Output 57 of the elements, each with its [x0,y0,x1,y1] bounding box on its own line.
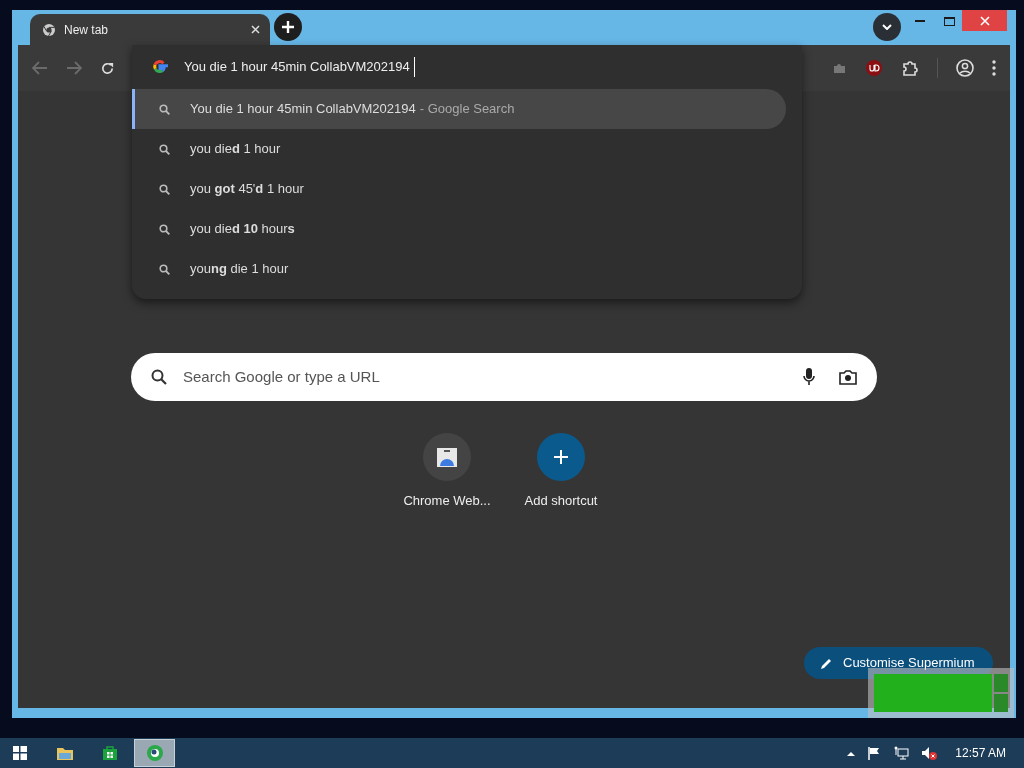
search-icon [159,103,170,115]
suggestion-text: you got 45'd 1 hour [190,180,304,199]
minimize-icon [915,20,925,22]
pencil-icon [820,656,833,670]
search-icon [159,143,170,155]
search-icon [159,263,170,275]
suggestion-row[interactable]: you got 45'd 1 hour [132,169,786,209]
search-field[interactable]: Search Google or type a URL [131,353,877,401]
browser-logo-icon [145,744,164,762]
suggestion-text: you died 10 hours [190,220,295,239]
google-logo-icon [152,59,168,75]
extensions-icon[interactable] [901,59,919,77]
search-icon [159,183,170,195]
suggestion-text: You die 1 hour 45min CollabVM202194 [190,100,416,119]
microphone-icon[interactable] [803,368,815,386]
suggestion-row[interactable]: you died 10 hours [132,209,786,249]
shortcut-label: Chrome Web... [403,492,491,510]
clock[interactable]: 12:57 AM [955,744,1006,762]
chevron-down-icon [882,24,892,30]
suggestion-row[interactable]: You die 1 hour 45min CollabVM202194 - Google Search [132,89,786,129]
close-icon [979,15,990,26]
speaker-muted-icon[interactable] [921,746,938,760]
plus-icon [281,19,295,34]
windows-logo-icon [13,746,27,760]
maximize-icon [943,16,955,26]
tab-title: New tab [64,21,110,39]
reload-icon[interactable] [100,60,115,76]
chrome-logo-icon [42,22,56,37]
search-icon [151,369,167,385]
close-icon[interactable] [251,25,260,34]
shield-icon[interactable] [865,59,883,77]
folder-icon [55,745,74,761]
tab-search-button[interactable] [873,13,901,41]
menu-icon[interactable] [992,60,996,76]
new-tab-button[interactable] [274,12,302,41]
suggestion-text: young die 1 hour [190,260,289,279]
plus-icon [553,449,569,465]
suggestion-hint: - Google Search [419,100,515,119]
shortcut-tile[interactable]: Chrome Web... [399,433,495,511]
suggestion-text: you died 1 hour [190,140,281,159]
address-text: You die 1 hour 45min CollabVM202194 [184,57,415,77]
shopping-bag-icon [101,745,118,761]
network-icon[interactable] [893,746,910,760]
search-icon [159,223,170,235]
camera-icon[interactable] [839,369,857,385]
customise-button[interactable]: Customise Supermium [804,647,993,679]
chevron-up-icon[interactable] [847,750,856,756]
address-bar[interactable]: You die 1 hour 45min CollabVM202194 [132,45,802,89]
shortcut-label: Add shortcut [524,492,598,510]
store-icon [436,446,458,468]
browser-tab[interactable]: New tab [30,14,270,45]
flag-icon[interactable] [867,746,882,760]
profile-icon[interactable] [956,59,974,77]
search-input: Search Google or type a URL [183,365,803,389]
suggestion-row[interactable]: you died 1 hour [132,129,786,169]
suggestion-row[interactable]: young die 1 hour [132,249,786,289]
shortcut-tile[interactable]: Add shortcut [513,433,609,511]
